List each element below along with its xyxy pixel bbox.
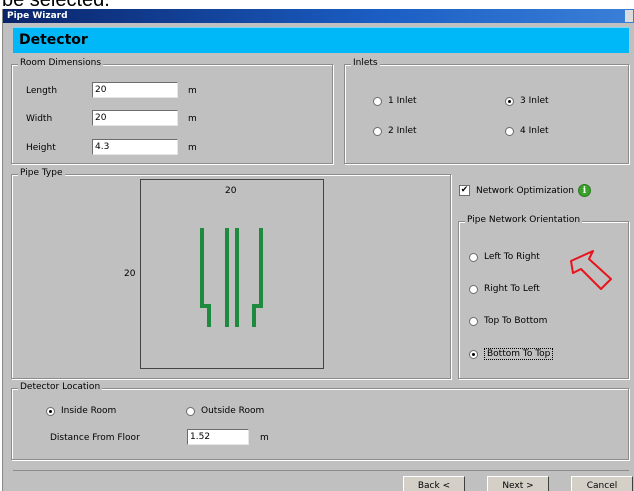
inside-room-label: Inside Room [61, 406, 117, 416]
width-unit: m [188, 114, 197, 124]
radio-icon [469, 252, 478, 262]
info-icon[interactable]: i [578, 184, 592, 197]
preview-height-label: 20 [124, 269, 136, 279]
radio-icon [469, 284, 478, 294]
inlet-option-3-label: 3 Inlet [520, 96, 549, 106]
inlet-option-1-label: 1 Inlet [388, 96, 417, 106]
height-label: Height [26, 143, 56, 153]
room-dimensions-legend: Room Dimensions [18, 58, 104, 68]
orientation-right-to-left-label: Right To Left [484, 284, 540, 294]
orientation-right-to-left[interactable]: Right To Left [469, 284, 540, 294]
orientation-left-to-right-label: Left To Right [484, 252, 540, 262]
pipe-network-orientation-group: Pipe Network Orientation Left To Right R… [458, 215, 629, 379]
radio-icon [505, 126, 514, 136]
pipe-wizard-window: Pipe Wizard Detector Room Dimensions Len… [2, 9, 634, 491]
inlet-option-4-label: 4 Inlet [520, 126, 549, 136]
detector-location-legend: Detector Location [18, 382, 103, 392]
inlet-option-2-label: 2 Inlet [388, 126, 417, 136]
outside-room-label: Outside Room [201, 406, 265, 416]
radio-icon [186, 406, 195, 416]
height-unit: m [188, 143, 197, 153]
pipe-branch-right [252, 228, 263, 327]
close-icon[interactable] [625, 10, 633, 22]
network-optimization-label: Network Optimization [476, 185, 575, 196]
inside-room-radio[interactable]: Inside Room [46, 406, 116, 416]
footer-divider [13, 470, 629, 471]
page-title: Detector [19, 32, 88, 48]
page-header: Detector [13, 27, 629, 53]
radio-icon [469, 316, 478, 326]
detector-location-group: Detector Location Inside Room Outside Ro… [11, 382, 629, 460]
inlet-option-1[interactable]: 1 Inlet [373, 96, 417, 106]
pipe-layout-drawing [200, 228, 263, 327]
radio-icon [373, 96, 382, 106]
width-field[interactable]: 20 [92, 110, 178, 126]
length-label: Length [26, 86, 58, 96]
distance-unit: m [260, 433, 269, 443]
pipe-layout-preview: 20 [140, 179, 324, 369]
orientation-bottom-to-top-label: Bottom To Top [484, 348, 554, 360]
radio-selected-icon [469, 349, 478, 359]
distance-from-floor-label: Distance From Floor [50, 433, 140, 443]
caption-fragment: be selected. [0, 0, 634, 9]
orientation-top-to-bottom[interactable]: Top To Bottom [469, 316, 547, 326]
pipe-branch-left [200, 228, 211, 327]
length-unit: m [188, 86, 197, 96]
distance-from-floor-field[interactable]: 1.52 [187, 429, 249, 445]
radio-selected-icon [505, 96, 514, 106]
room-dimensions-group: Room Dimensions Length 20 m Width 20 m H… [11, 58, 333, 164]
radio-icon [373, 126, 382, 136]
length-field[interactable]: 20 [92, 82, 178, 98]
inlet-option-3[interactable]: 3 Inlet [505, 96, 549, 106]
annotation-arrow-icon [570, 250, 612, 290]
back-button[interactable]: Back < [403, 476, 465, 491]
inlets-group: Inlets 1 Inlet 2 Inlet 3 Inlet 4 Inlet [344, 58, 629, 164]
outside-room-radio[interactable]: Outside Room [186, 406, 264, 416]
cancel-button[interactable]: Cancel [571, 476, 633, 491]
orientation-top-to-bottom-label: Top To Bottom [484, 316, 548, 326]
radio-selected-icon [46, 406, 55, 416]
inlet-option-2[interactable]: 2 Inlet [373, 126, 417, 136]
height-field[interactable]: 4.3 [92, 139, 178, 155]
inlet-option-4[interactable]: 4 Inlet [505, 126, 549, 136]
inlets-legend: Inlets [351, 58, 380, 68]
window-titlebar[interactable]: Pipe Wizard [3, 9, 634, 23]
orientation-left-to-right[interactable]: Left To Right [469, 252, 540, 262]
network-optimization-checkbox[interactable]: ✔ Network Optimization i [459, 184, 592, 197]
next-button[interactable]: Next > [487, 476, 549, 491]
window-title: Pipe Wizard [7, 11, 68, 21]
pipe-type-legend: Pipe Type [18, 168, 65, 178]
checkbox-checked-icon: ✔ [459, 185, 470, 196]
width-label: Width [26, 114, 53, 124]
orientation-bottom-to-top[interactable]: Bottom To Top [469, 348, 554, 360]
orientation-legend: Pipe Network Orientation [465, 215, 583, 225]
